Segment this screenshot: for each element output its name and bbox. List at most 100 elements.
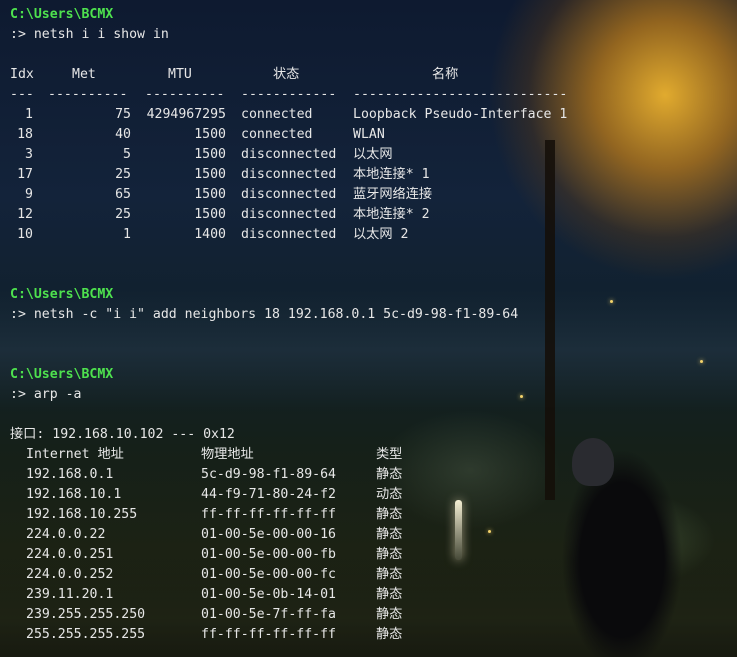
row-type: 静态 [376, 527, 403, 542]
row-physical-address: 44-f9-71-80-24-f2 [201, 487, 336, 502]
row-type: 静态 [376, 607, 403, 622]
row-physical-address: 5c-d9-98-f1-89-64 [201, 467, 336, 482]
col-header-internet-address: Internet 地址 [26, 447, 124, 462]
row-physical-address: 01-00-5e-00-00-fc [201, 567, 336, 582]
row-name: 以太网 2 [353, 227, 409, 242]
prompt-path: C:\Users\BCMX [10, 367, 114, 382]
row-internet-address: 192.168.10.255 [26, 507, 138, 522]
row-internet-address: 192.168.10.1 [26, 487, 122, 502]
row-type: 静态 [376, 567, 403, 582]
row-internet-address: 239.11.20.1 [26, 587, 114, 602]
row-met: 5 [123, 147, 131, 162]
col-header-state: 状态 [273, 67, 300, 82]
row-internet-address: 255.255.255.255 [26, 627, 146, 642]
row-internet-address: 224.0.0.252 [26, 567, 114, 582]
command-line: :> arp -a [10, 387, 82, 402]
col-header-name: 名称 [432, 67, 459, 82]
row-met: 65 [115, 187, 131, 202]
col-header-idx: Idx [10, 67, 34, 82]
row-state: connected [241, 127, 313, 142]
row-met: 25 [115, 207, 131, 222]
row-type: 静态 [376, 467, 403, 482]
row-internet-address: 192.168.0.1 [26, 467, 114, 482]
arp-table-row: 239.11.20.1 01-00-5e-0b-14-01 静态 [10, 585, 737, 605]
row-internet-address: 224.0.0.251 [26, 547, 114, 562]
arp-table-row: 255.255.255.255 ff-ff-ff-ff-ff-ff 静态 [10, 625, 737, 645]
row-idx: 3 [25, 147, 33, 162]
arp-table-row: 239.255.255.250 01-00-5e-7f-ff-fa 静态 [10, 605, 737, 625]
arp-table-row: 192.168.10.1 44-f9-71-80-24-f2 动态 [10, 485, 737, 505]
row-state: disconnected [241, 167, 337, 182]
row-mtu: 1500 [194, 207, 226, 222]
row-state: disconnected [241, 227, 337, 242]
interface-table-row: 1 75 4294967295 connected Loopback Pseudo-In… [10, 105, 737, 125]
row-mtu: 1400 [194, 227, 226, 242]
row-idx: 9 [25, 187, 33, 202]
row-name: 蓝牙网络连接 [353, 187, 433, 202]
row-state: disconnected [241, 147, 337, 162]
prompt-path: C:\Users\BCMX [10, 7, 114, 22]
row-mtu: 1500 [194, 147, 226, 162]
interface-table-row: 18 40 1500 connected WLAN [10, 125, 737, 145]
separator-name: --------------------------- [353, 87, 568, 102]
arp-table-header: Internet 地址 物理地址 类型 [10, 445, 737, 465]
interface-table-separator: --- ---------- ---------- ------------ -… [10, 85, 737, 105]
row-idx: 17 [17, 167, 33, 182]
row-idx: 12 [17, 207, 33, 222]
row-met: 1 [123, 227, 131, 242]
row-met: 25 [115, 167, 131, 182]
interface-table-row: 17 25 1500 disconnected 本地连接* 1 [10, 165, 737, 185]
row-name: 本地连接* 2 [353, 207, 430, 222]
separator-idx: --- [10, 87, 34, 102]
row-name: Loopback Pseudo-Interface 1 [353, 107, 568, 122]
arp-table-row: 224.0.0.251 01-00-5e-00-00-fb 静态 [10, 545, 737, 565]
row-state: disconnected [241, 187, 337, 202]
row-idx: 18 [17, 127, 33, 142]
interface-table-header: Idx Met MTU 状态 名称 [10, 65, 737, 85]
row-type: 静态 [376, 507, 403, 522]
row-physical-address: 01-00-5e-7f-ff-fa [201, 607, 336, 622]
row-idx: 1 [25, 107, 33, 122]
separator-state: ------------ [241, 87, 337, 102]
row-state: disconnected [241, 207, 337, 222]
row-idx: 10 [17, 227, 33, 242]
arp-interface-line: 接口: 192.168.10.102 --- 0x12 [10, 427, 235, 442]
col-header-mtu: MTU [168, 67, 192, 82]
row-type: 动态 [376, 487, 403, 502]
interface-table-row: 12 25 1500 disconnected 本地连接* 2 [10, 205, 737, 225]
row-physical-address: ff-ff-ff-ff-ff-ff [201, 627, 336, 642]
command-line: :> netsh i i show in [10, 27, 169, 42]
prompt-path: C:\Users\BCMX [10, 287, 114, 302]
col-header-type: 类型 [376, 447, 403, 462]
row-mtu: 4294967295 [146, 107, 226, 122]
row-physical-address: 01-00-5e-00-00-fb [201, 547, 336, 562]
interface-table-row: 9 65 1500 disconnected 蓝牙网络连接 [10, 185, 737, 205]
row-physical-address: 01-00-5e-0b-14-01 [201, 587, 336, 602]
row-type: 静态 [376, 547, 403, 562]
row-physical-address: 01-00-5e-00-00-16 [201, 527, 336, 542]
row-type: 静态 [376, 627, 403, 642]
row-name: 本地连接* 1 [353, 167, 430, 182]
col-header-physical-address: 物理地址 [201, 447, 254, 462]
interface-table-row: 3 5 1500 disconnected 以太网 [10, 145, 737, 165]
row-met: 40 [115, 127, 131, 142]
separator-met: ---------- [48, 87, 128, 102]
separator-mtu: ---------- [145, 87, 225, 102]
arp-table-row: 224.0.0.252 01-00-5e-00-00-fc 静态 [10, 565, 737, 585]
arp-table-row: 192.168.0.1 5c-d9-98-f1-89-64 静态 [10, 465, 737, 485]
command-line: :> netsh -c "i i" add neighbors 18 192.1… [10, 307, 519, 322]
row-internet-address: 239.255.255.250 [26, 607, 146, 622]
row-state: connected [241, 107, 313, 122]
row-name: 以太网 [353, 147, 393, 162]
row-mtu: 1500 [194, 187, 226, 202]
row-mtu: 1500 [194, 127, 226, 142]
row-met: 75 [115, 107, 131, 122]
row-mtu: 1500 [194, 167, 226, 182]
row-type: 静态 [376, 587, 403, 602]
row-name: WLAN [353, 127, 385, 142]
terminal-output[interactable]: C:\Users\BCMX :> netsh i i show in Idx M… [10, 0, 737, 657]
col-header-met: Met [72, 67, 96, 82]
interface-table-row: 10 1 1400 disconnected 以太网 2 [10, 225, 737, 245]
arp-table-row: 224.0.0.22 01-00-5e-00-00-16 静态 [10, 525, 737, 545]
row-physical-address: ff-ff-ff-ff-ff-ff [201, 507, 336, 522]
